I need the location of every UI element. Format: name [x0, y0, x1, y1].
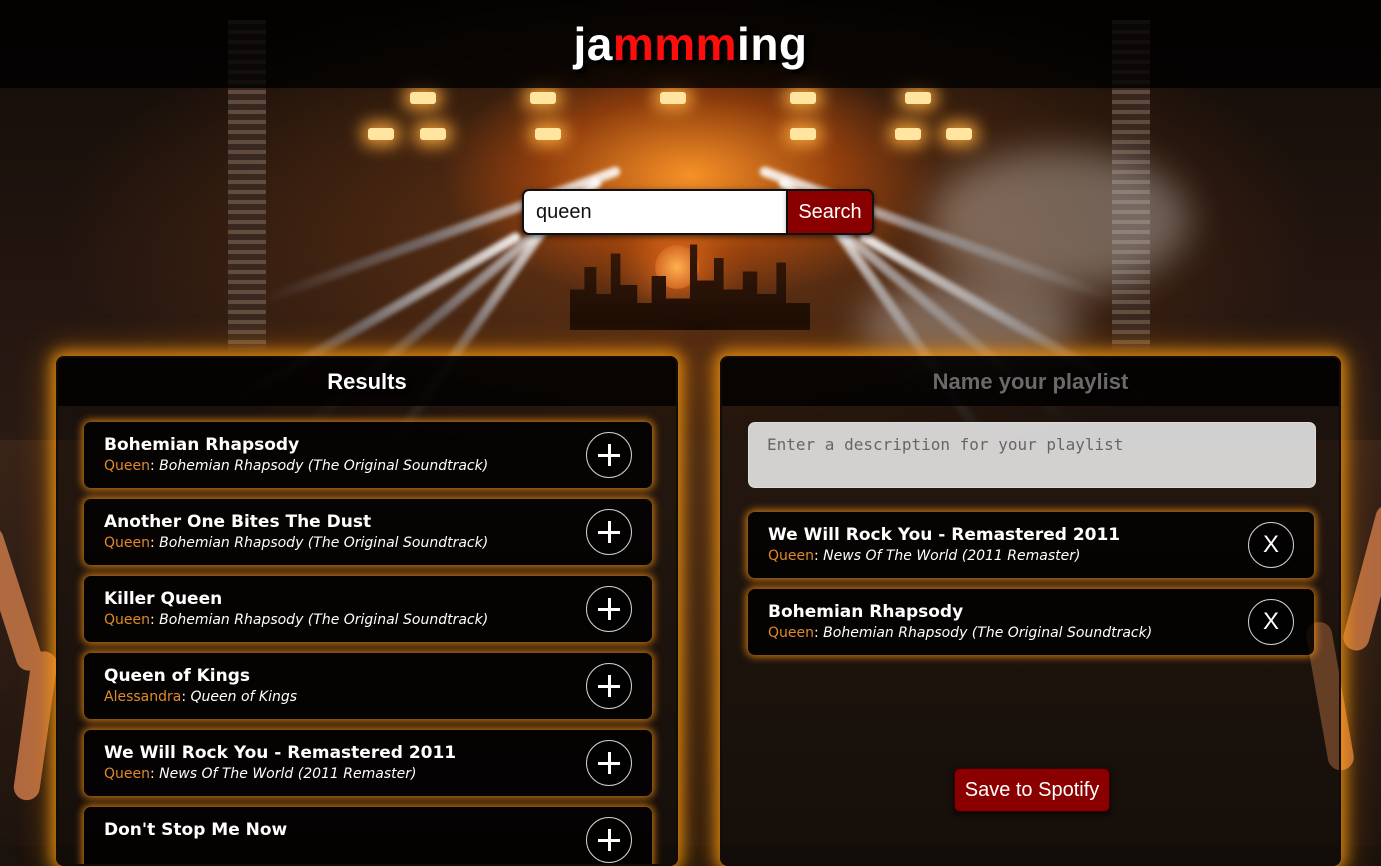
track-meta: Queen: Bohemian Rhapsody (The Original S… — [104, 535, 489, 551]
remove-track-button[interactable]: X — [1248, 599, 1294, 645]
playlist-panel: We Will Rock You - Remastered 2011 Queen… — [720, 356, 1341, 866]
stage-light — [530, 92, 556, 104]
track-artist: Queen — [104, 612, 150, 628]
track-artist: Queen — [104, 458, 150, 474]
track-artist: Queen — [104, 535, 150, 551]
stage-light — [420, 128, 446, 140]
app-header: jammming — [0, 0, 1381, 88]
add-track-button[interactable] — [586, 663, 632, 709]
stage-light — [790, 128, 816, 140]
add-track-button[interactable] — [586, 432, 632, 478]
add-track-button[interactable] — [586, 509, 632, 555]
playlist-track-row: Bohemian Rhapsody Queen: Bohemian Rhapso… — [748, 589, 1314, 655]
result-track-row: Queen of Kings Alessandra: Queen of King… — [84, 653, 652, 719]
result-track-row: Another One Bites The Dust Queen: Bohemi… — [84, 499, 652, 565]
track-name: Bohemian Rhapsody — [768, 602, 964, 622]
track-name: Another One Bites The Dust — [104, 512, 372, 532]
stage-smoke — [930, 150, 1190, 290]
add-track-button[interactable] — [586, 740, 632, 786]
playlist-track-row: We Will Rock You - Remastered 2011 Queen… — [748, 512, 1314, 578]
playlist-name-input[interactable] — [722, 358, 1339, 407]
track-artist: Queen — [104, 766, 150, 782]
x-icon: X — [1262, 608, 1279, 635]
track-album: Bohemian Rhapsody (The Original Soundtra… — [823, 625, 1153, 641]
result-track-row: We Will Rock You - Remastered 2011 Queen… — [84, 730, 652, 796]
track-name: We Will Rock You - Remastered 2011 — [104, 743, 457, 763]
plus-icon — [598, 829, 620, 851]
track-album: Bohemian Rhapsody (The Original Soundtra… — [159, 612, 489, 628]
track-meta: Alessandra: Queen of Kings — [104, 689, 298, 705]
playlist-description-input[interactable] — [748, 422, 1316, 488]
stage-light — [368, 128, 394, 140]
plus-icon — [598, 521, 620, 543]
track-artist: Queen — [768, 548, 814, 564]
track-album: Bohemian Rhapsody (The Original Soundtra… — [159, 535, 489, 551]
stage-light — [895, 128, 921, 140]
track-album: News Of The World (2011 Remaster) — [823, 548, 1081, 564]
playlist-header — [722, 358, 1339, 407]
stage-light — [905, 92, 931, 104]
remove-track-button[interactable]: X — [1248, 522, 1294, 568]
search-button[interactable]: Search — [788, 189, 874, 235]
track-name: Bohemian Rhapsody — [104, 435, 300, 455]
track-meta: Queen: Bohemian Rhapsody (The Original S… — [768, 625, 1153, 641]
result-track-row: Don't Stop Me Now — [84, 807, 652, 864]
x-icon: X — [1262, 531, 1279, 558]
track-artist: Queen — [768, 625, 814, 641]
plus-icon — [598, 752, 620, 774]
stage-light — [660, 92, 686, 104]
result-track-row: Bohemian Rhapsody Queen: Bohemian Rhapso… — [84, 422, 652, 488]
track-album: Queen of Kings — [190, 689, 298, 705]
stage-light — [946, 128, 972, 140]
track-name: Killer Queen — [104, 589, 223, 609]
stage-light — [410, 92, 436, 104]
track-meta: Queen: Bohemian Rhapsody (The Original S… — [104, 458, 489, 474]
plus-icon — [598, 444, 620, 466]
add-track-button[interactable] — [586, 586, 632, 632]
save-to-spotify-button[interactable]: Save to Spotify — [954, 768, 1110, 812]
track-name: We Will Rock You - Remastered 2011 — [768, 525, 1121, 545]
track-meta: Queen: Bohemian Rhapsody (The Original S… — [104, 612, 489, 628]
track-album: Bohemian Rhapsody (The Original Soundtra… — [159, 458, 489, 474]
app-logo: jammming — [573, 18, 808, 70]
results-panel: Results Bohemian Rhapsody Queen: Bohemia… — [56, 356, 678, 866]
results-title: Results — [327, 369, 407, 394]
search-input[interactable] — [522, 189, 788, 235]
stage-light — [535, 128, 561, 140]
search-bar: Search — [522, 189, 874, 235]
add-track-button[interactable] — [586, 817, 632, 863]
stage-light — [790, 92, 816, 104]
track-artist: Alessandra — [104, 689, 182, 705]
track-name: Queen of Kings — [104, 666, 251, 686]
result-track-row: Killer Queen Queen: Bohemian Rhapsody (T… — [84, 576, 652, 642]
plus-icon — [598, 598, 620, 620]
track-name: Don't Stop Me Now — [104, 820, 288, 840]
track-album: News Of The World (2011 Remaster) — [159, 766, 417, 782]
track-meta: Queen: News Of The World (2011 Remaster) — [104, 766, 417, 782]
plus-icon — [598, 675, 620, 697]
track-meta: Queen: News Of The World (2011 Remaster) — [768, 548, 1081, 564]
results-header: Results — [58, 358, 676, 406]
